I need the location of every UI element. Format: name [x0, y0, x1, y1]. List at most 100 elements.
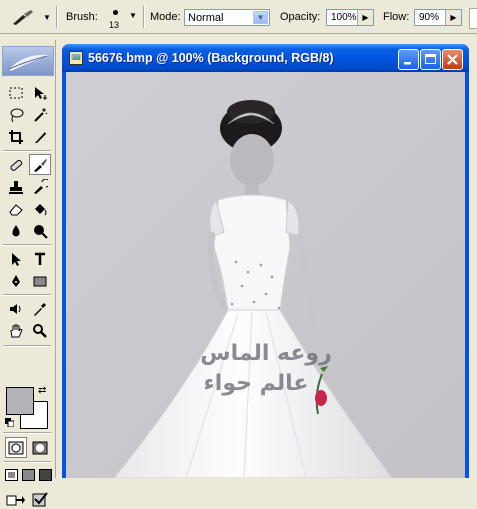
toolbox-divider	[3, 294, 51, 296]
slice-icon	[35, 131, 46, 143]
brush-tool[interactable]	[29, 154, 51, 175]
full-screen-menu-button[interactable]	[20, 464, 36, 485]
checkmark-tool-button[interactable]	[29, 488, 51, 509]
jump-to-imageready-button[interactable]	[5, 488, 27, 509]
foreground-color-swatch[interactable]	[6, 387, 34, 415]
healing-brush-tool[interactable]	[5, 154, 27, 175]
hand-icon	[10, 324, 23, 337]
crop-icon	[9, 129, 23, 144]
toolbox-divider	[3, 150, 51, 152]
document-title: 56676.bmp @ 100% (Background, RGB/8)	[88, 51, 334, 65]
imageready-icon	[6, 495, 25, 505]
quick-mask-icon	[32, 441, 48, 454]
history-brush-tool[interactable]	[29, 176, 51, 197]
path-selection-tool[interactable]	[5, 248, 27, 269]
arrow-pointer-icon	[12, 252, 21, 266]
screen-mode-icon	[38, 468, 52, 481]
close-icon	[447, 54, 458, 65]
document-window: 56676.bmp @ 100% (Background, RGB/8) روع…	[62, 44, 469, 478]
paint-bucket-tool[interactable]	[29, 198, 51, 219]
eyedropper-tool[interactable]	[29, 298, 51, 319]
screen-mode-icon	[4, 468, 18, 481]
marquee-icon	[9, 87, 23, 98]
document-titlebar[interactable]: 56676.bmp @ 100% (Background, RGB/8)	[62, 44, 469, 72]
move-tool[interactable]	[29, 82, 51, 103]
drop-icon	[12, 224, 20, 236]
mode-select[interactable]: Normal ▼	[184, 9, 270, 26]
speaker-icon	[10, 303, 21, 314]
minimize-icon	[404, 62, 411, 65]
options-bar: ▼ Brush: 13 ▼ Mode: Normal ▼ Opacity: 10…	[0, 0, 477, 34]
magic-wand-icon	[34, 107, 48, 122]
brush-dropdown-arrow[interactable]: ▼	[129, 11, 137, 20]
standard-mode-button[interactable]	[5, 437, 27, 458]
brush-tip-icon	[113, 10, 118, 15]
rectangle-tool[interactable]	[29, 270, 51, 291]
document-icon	[69, 51, 83, 65]
opacity-field[interactable]: 100% ▶	[326, 9, 374, 26]
dodge-tool[interactable]	[29, 220, 51, 241]
feather-logo[interactable]	[2, 46, 54, 76]
minimize-button[interactable]	[398, 49, 419, 70]
feather-icon	[8, 54, 49, 71]
mode-label: Mode:	[150, 11, 181, 23]
opacity-label: Opacity:	[280, 11, 321, 23]
toolbox-divider	[3, 461, 51, 463]
brush-icon	[34, 158, 47, 172]
magnifier-icon	[33, 323, 47, 338]
divider	[56, 6, 58, 28]
notes-tool[interactable]	[5, 298, 27, 319]
pen-tool[interactable]	[5, 270, 27, 291]
zoom-tool[interactable]	[29, 320, 51, 341]
default-colors-icon[interactable]	[5, 418, 14, 427]
type-icon	[35, 252, 45, 265]
brush-label: Brush:	[66, 11, 98, 23]
full-screen-button[interactable]	[37, 464, 53, 485]
screen-mode-icon	[21, 468, 35, 481]
brush-preset-preview[interactable]: 13	[105, 5, 125, 31]
brush-preset-icon	[13, 10, 33, 25]
tool-preset-picker[interactable]: ▼	[6, 7, 52, 29]
maximize-button[interactable]	[420, 49, 441, 70]
magic-wand-tool[interactable]	[29, 104, 51, 125]
lasso-tool[interactable]	[5, 104, 27, 125]
history-brush-icon	[34, 178, 48, 194]
toolbox-divider	[3, 345, 51, 347]
flow-label: Flow:	[383, 11, 410, 23]
flow-field[interactable]: 90% ▶	[414, 9, 462, 26]
dodge-icon	[34, 224, 48, 239]
checkmark-icon	[32, 491, 48, 506]
swap-colors-icon[interactable]: ⇄	[38, 385, 46, 396]
lasso-icon	[10, 108, 24, 122]
hand-tool[interactable]	[5, 320, 27, 341]
eyedropper-icon	[34, 302, 46, 316]
stamp-icon	[9, 180, 23, 194]
image-canvas[interactable]: روعه الماس عالم حواء	[66, 72, 465, 478]
flow-value: 90%	[419, 12, 440, 23]
blur-tool[interactable]	[5, 220, 27, 241]
eraser-icon	[9, 203, 23, 215]
toolbox: ⇄	[0, 40, 56, 506]
slice-tool[interactable]	[29, 126, 51, 147]
clone-stamp-tool[interactable]	[5, 176, 27, 197]
bandage-icon	[10, 159, 23, 171]
close-button[interactable]	[442, 49, 463, 70]
flow-slider-arrow[interactable]: ▶	[445, 10, 461, 25]
opacity-slider-arrow[interactable]: ▶	[357, 10, 373, 25]
opacity-value: 100%	[331, 12, 357, 23]
chevron-down-icon: ▼	[43, 13, 51, 22]
crop-tool[interactable]	[5, 126, 27, 147]
divider	[143, 6, 145, 28]
move-icon	[35, 86, 47, 100]
pen-icon	[12, 274, 20, 287]
chevron-down-icon[interactable]: ▼	[253, 11, 268, 24]
standard-screen-mode-button[interactable]	[3, 464, 19, 485]
type-tool[interactable]	[29, 248, 51, 269]
airbrush-toggle[interactable]	[469, 8, 477, 29]
quick-mask-button[interactable]	[29, 437, 51, 458]
toolbox-divider	[3, 244, 51, 246]
toolbox-divider	[3, 432, 51, 434]
eraser-tool[interactable]	[5, 198, 27, 219]
marquee-tool[interactable]	[5, 82, 27, 103]
rectangle-icon	[33, 276, 47, 286]
